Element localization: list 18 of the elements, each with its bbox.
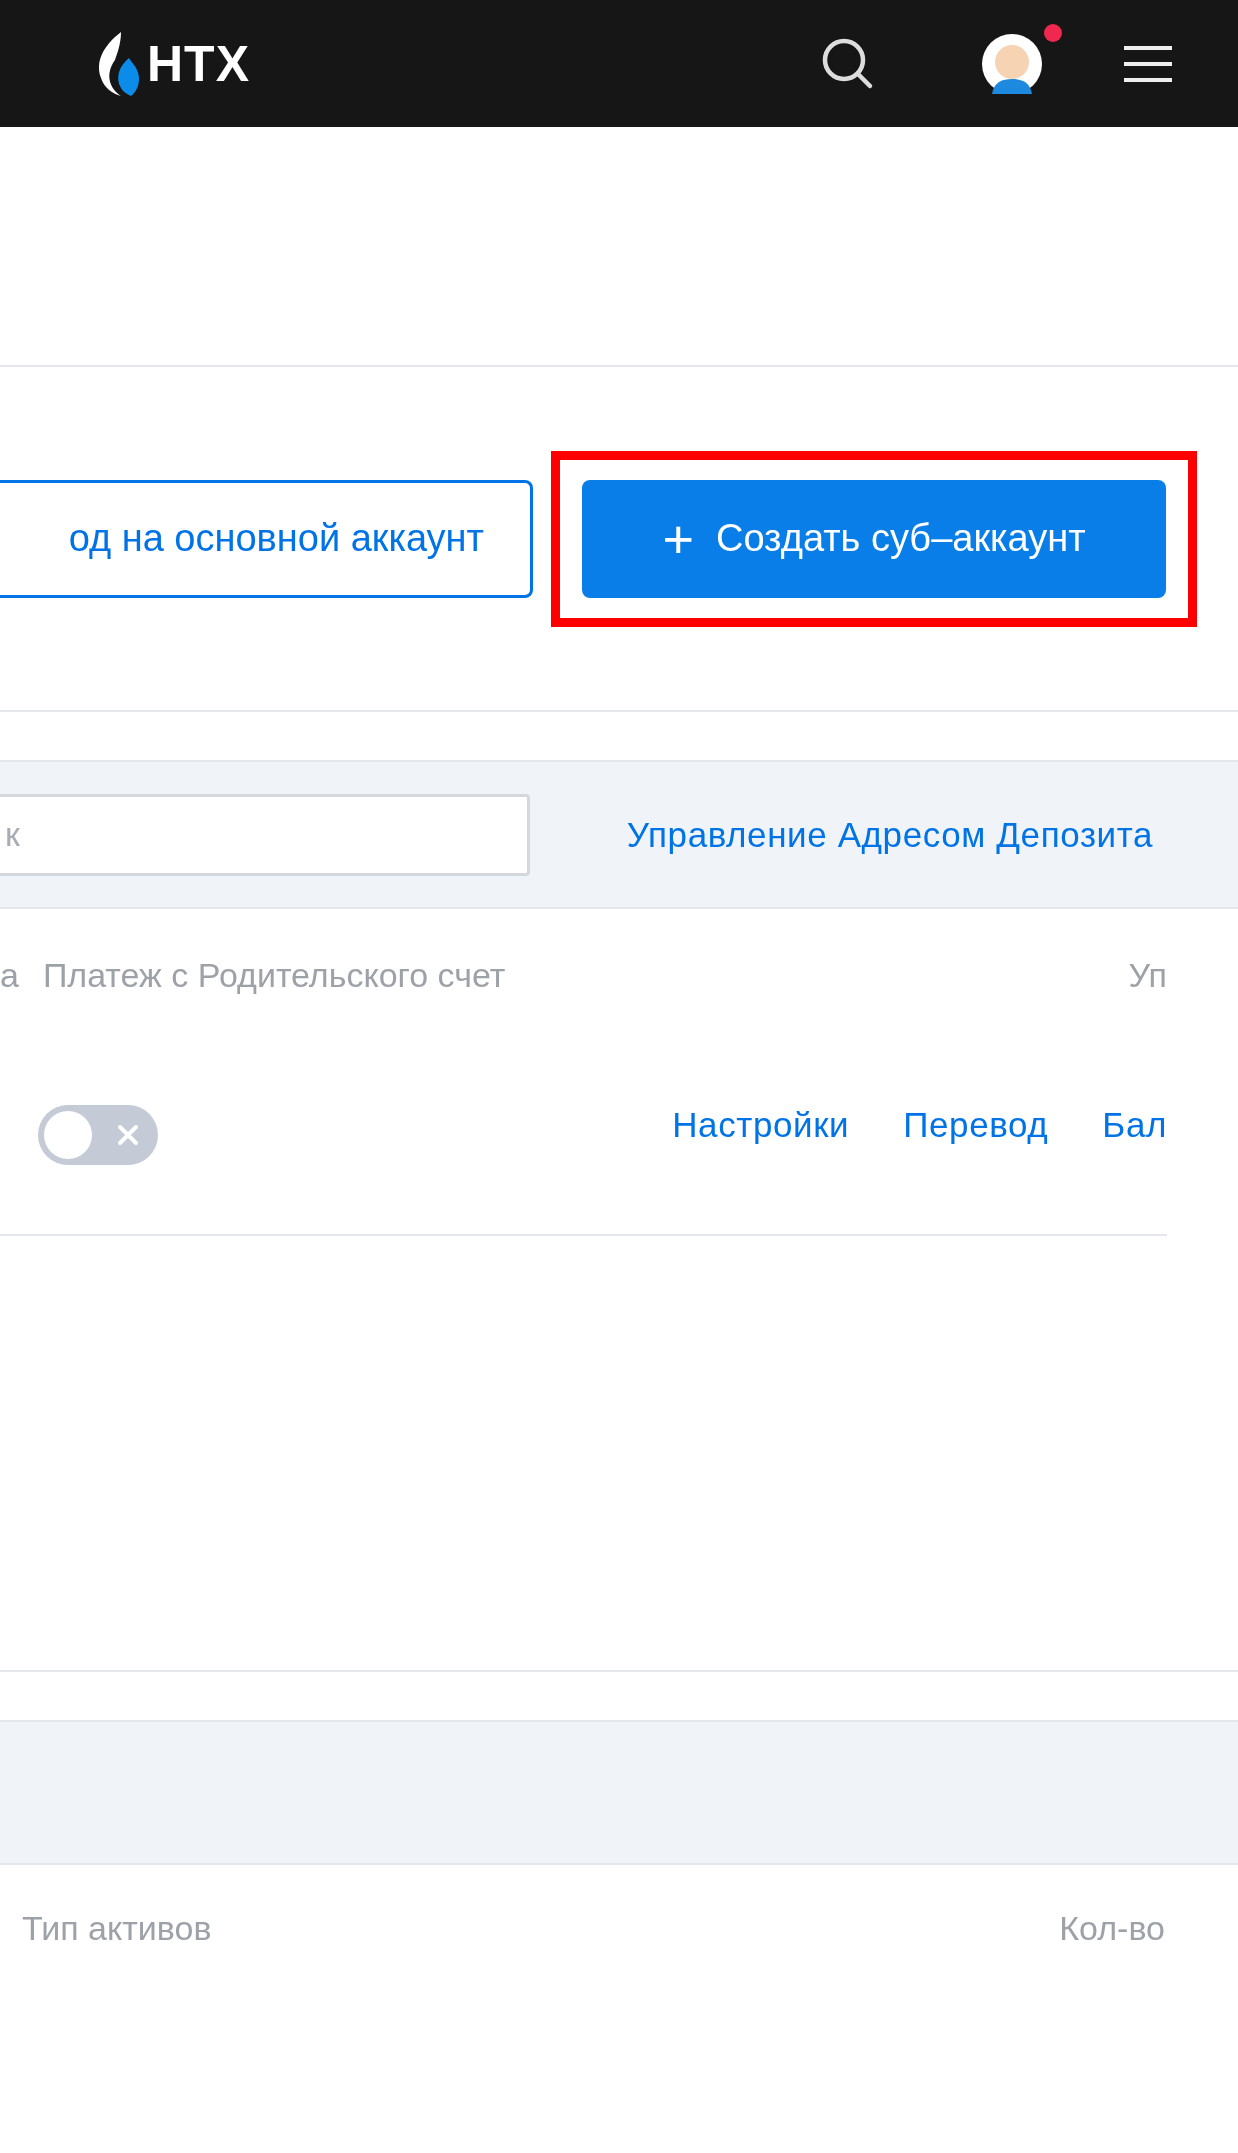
column-header: Кол-во	[1059, 1908, 1165, 1948]
column-header: Платеж с Родительского счет	[42, 956, 506, 995]
row-action-link[interactable]: Перевод	[903, 1105, 1049, 1145]
logo-text: HTX	[147, 34, 250, 93]
search-field[interactable]: к	[0, 793, 530, 876]
close-icon	[116, 1123, 140, 1147]
column-header: а	[0, 956, 19, 995]
transfer-to-main-button[interactable]: од на основной аккаунт	[0, 479, 533, 598]
row-action-link[interactable]: Настройки	[672, 1105, 850, 1145]
column-header: Уп	[1128, 956, 1167, 995]
payment-toggle[interactable]	[38, 1105, 158, 1165]
avatar-icon[interactable]	[982, 33, 1042, 94]
menu-icon[interactable]	[1124, 45, 1172, 82]
search-icon[interactable]	[822, 37, 874, 90]
deposit-address-link[interactable]: Управление Адресом Депозита	[626, 814, 1153, 855]
create-subaccount-button[interactable]: + Создать суб–аккаунт	[582, 479, 1166, 598]
column-header: Тип активов	[22, 1908, 212, 1948]
row-action-link[interactable]: Бал	[1102, 1105, 1167, 1145]
